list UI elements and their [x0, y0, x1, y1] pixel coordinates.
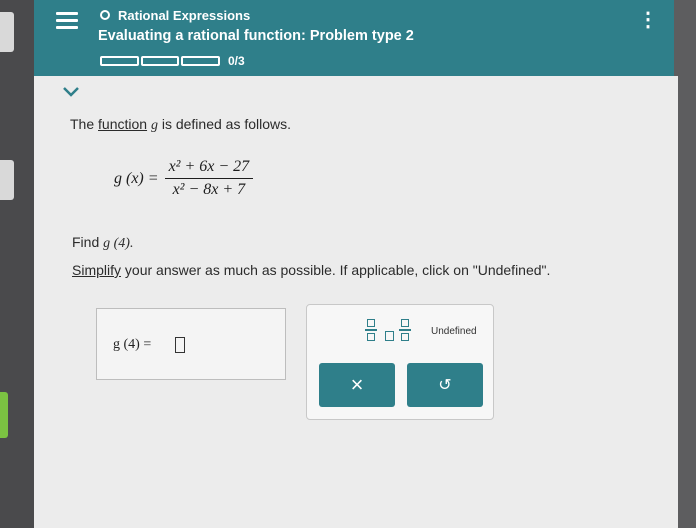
progress-bar: [100, 56, 221, 66]
progress-segment: [181, 56, 221, 66]
edge-green-tab: [0, 392, 8, 438]
mixed-fraction-icon: [399, 319, 411, 341]
denominator: x² − 8x + 7: [172, 181, 246, 198]
edge-tab: [0, 160, 14, 200]
simplify-link[interactable]: Simplify: [72, 262, 121, 278]
topic-title: Rational Expressions: [118, 8, 251, 23]
formula-lhs: g (x) =: [114, 169, 159, 187]
more-options-icon[interactable]: ⋮: [638, 10, 658, 30]
problem-panel: The function g is defined as follows. g …: [34, 76, 678, 528]
find-prompt: Find g (4).: [72, 234, 134, 251]
problem-title: Evaluating a rational function: Problem …: [98, 28, 414, 44]
fraction-button[interactable]: [365, 319, 377, 341]
problem-intro: The function g is defined as follows.: [70, 116, 292, 133]
progress-segment: [100, 56, 139, 66]
topic-circle-icon: [100, 10, 110, 20]
left-edge-strip: [0, 0, 34, 528]
function-link[interactable]: function: [98, 116, 147, 132]
function-formula: g (x) = x² + 6x − 27 x² − 8x + 7: [114, 156, 254, 201]
instruction: Simplify your answer as much as possible…: [72, 262, 551, 278]
clear-button[interactable]: ×: [319, 363, 395, 407]
undo-button[interactable]: ↺: [407, 363, 483, 407]
header-bar: Rational Expressions Evaluating a ration…: [34, 0, 674, 76]
answer-input[interactable]: [175, 337, 185, 353]
mixed-number-button[interactable]: [385, 331, 394, 341]
answer-label: g (4) =: [113, 337, 152, 352]
menu-icon[interactable]: [56, 12, 78, 30]
formula-fraction: x² + 6x − 27 x² − 8x + 7: [164, 156, 254, 201]
chevron-down-icon[interactable]: [62, 86, 80, 98]
answer-input-area[interactable]: g (4) =: [96, 308, 286, 380]
progress-count: 0/3: [228, 54, 245, 68]
numerator: x² + 6x − 27: [168, 158, 250, 175]
edge-tab: [0, 12, 14, 52]
progress-segment: [140, 56, 180, 66]
math-keypad: Undefined × ↺: [306, 304, 494, 420]
undefined-button[interactable]: Undefined: [431, 326, 477, 337]
